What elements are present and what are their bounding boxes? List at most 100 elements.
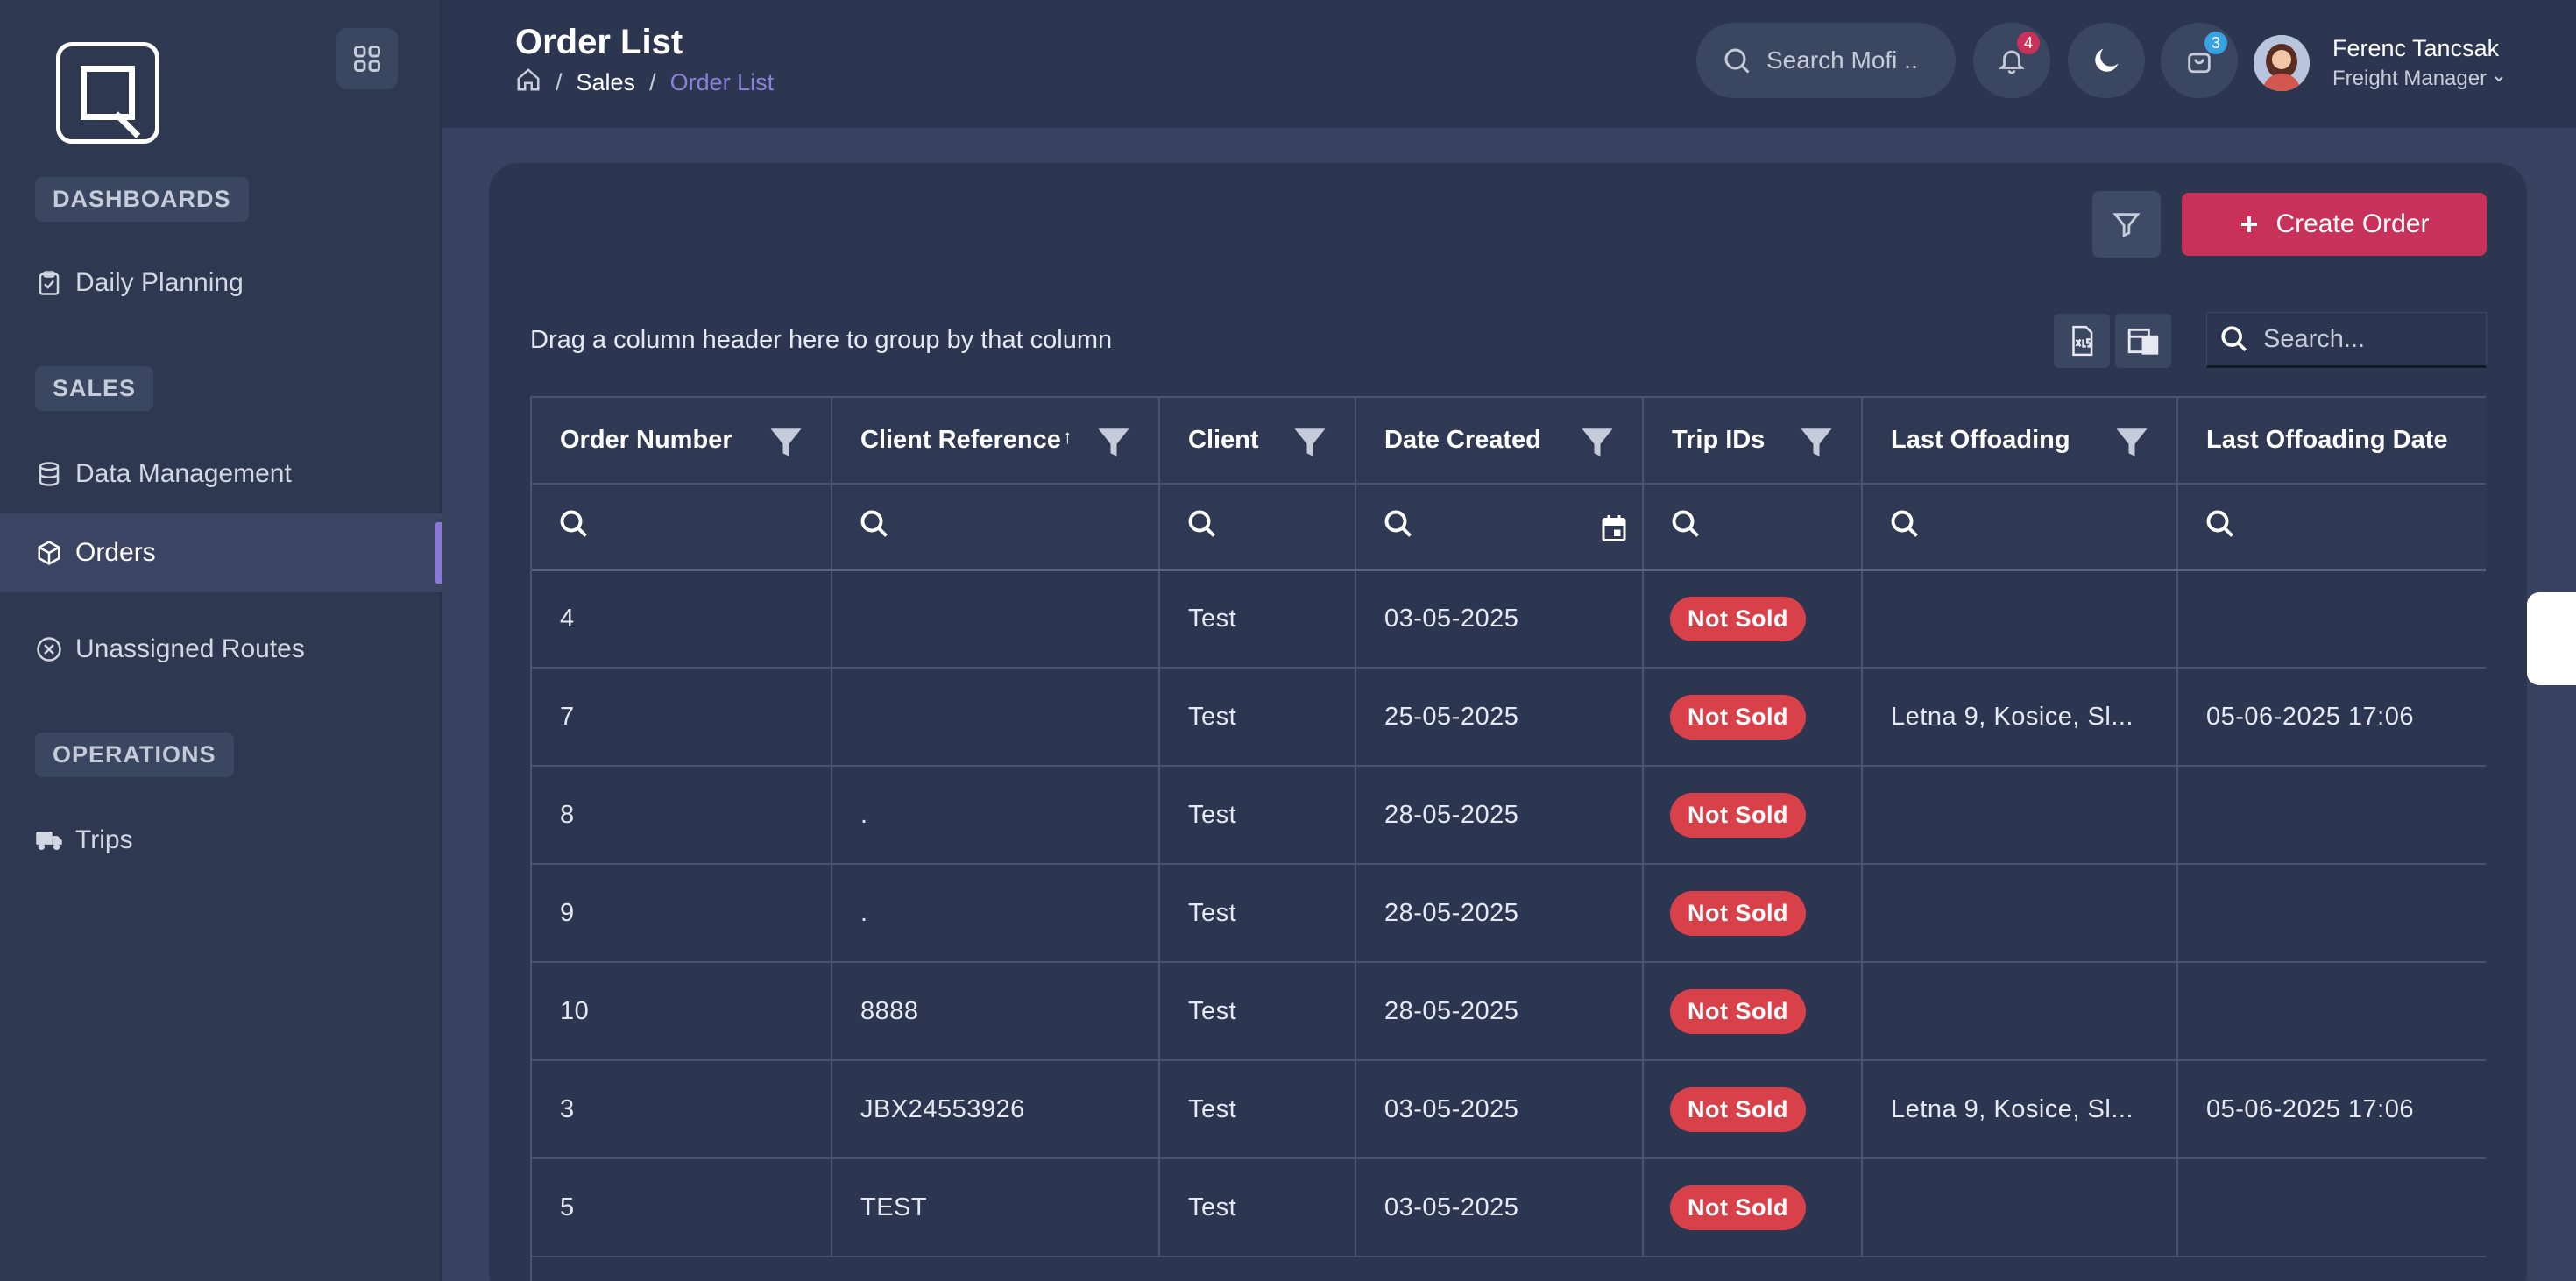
moon-icon [2095,48,2119,72]
section-sales: SALES [35,366,154,411]
filter-cell-last-offoading[interactable] [1862,484,2178,571]
export-xlsx-button[interactable] [2054,314,2110,368]
section-dashboards: DASHBOARDS [35,177,249,222]
client-link[interactable]: Test [1159,766,1356,865]
client-link[interactable]: Test [1159,962,1356,1061]
sidebar-item-data-management[interactable]: Data Management [0,435,442,513]
filter-cell-client[interactable] [1159,484,1356,571]
order-number-link[interactable]: 7 [532,668,832,767]
filter-button[interactable] [2092,191,2161,258]
column-chooser-button[interactable] [2115,314,2171,368]
last-offoading-cell [1862,962,2178,1061]
column-header-client-reference[interactable]: Client Reference↑ [832,398,1160,485]
avatar[interactable] [2254,35,2310,91]
user-role: Freight Manager [2332,67,2488,90]
table-row[interactable]: 10 8888 Test 28-05-2025 Not Sold [532,962,2486,1061]
create-order-button[interactable]: Create Order [2182,193,2487,256]
filter-cell-client-reference[interactable] [832,484,1160,571]
notifications-badge: 4 [2017,32,2040,54]
user-name[interactable]: Ferenc Tancsak [2332,35,2499,62]
breadcrumb: / Sales / Order List [515,67,774,99]
sidebar-item-label: Trips [75,825,133,854]
client-link[interactable]: Test [1159,570,1356,669]
grid-menu-button[interactable] [336,28,398,89]
global-search-input[interactable]: Search Mofi .. [1696,23,1956,98]
table-row[interactable]: 3 JBX24553926 Test 03-05-2025 Not Sold L… [532,1060,2486,1159]
sidebar: DASHBOARDS Daily Planning SALES Data Man… [0,0,442,1281]
trip-ids-cell: Not Sold [1643,570,1863,669]
status-badge: Not Sold [1670,596,1806,641]
column-header-last-offoading-date[interactable]: Last Offoading Date [2177,398,2486,485]
search-icon [560,510,587,538]
last-offoading-date-cell: 05-06-2025 17:06 [2177,668,2486,767]
last-offoading-date-cell [2177,962,2486,1061]
client-reference-cell [832,570,1160,669]
clipboard-check-icon [35,269,63,297]
client-link[interactable]: Test [1159,1158,1356,1257]
x-circle-icon [35,635,63,663]
last-offoading-cell [1862,864,2178,963]
order-number-link[interactable]: 9 [532,864,832,963]
sidebar-item-unassigned-routes[interactable]: Unassigned Routes [0,610,442,689]
table-row[interactable]: 8 . Test 28-05-2025 Not Sold [532,766,2486,865]
side-panel-handle[interactable] [2527,592,2576,685]
column-header-trip-ids[interactable]: Trip IDs [1643,398,1863,485]
funnel-icon[interactable] [1579,424,1616,461]
order-number-link[interactable]: 5 [532,1158,832,1257]
column-header-label: Last Offoading Date [2206,426,2448,454]
client-link[interactable]: Test [1159,668,1356,767]
sidebar-item-trips[interactable]: Trips [0,801,442,880]
filter-cell-date-created[interactable] [1355,484,1644,571]
date-created-cell: 28-05-2025 [1355,766,1644,865]
user-role-dropdown[interactable]: Freight Manager [2332,67,2506,91]
trip-ids-cell: Not Sold [1643,1060,1863,1159]
theme-toggle-button[interactable] [2068,23,2145,98]
column-header-date-created[interactable]: Date Created [1355,398,1644,485]
status-badge: Not Sold [1670,1086,1806,1132]
date-created-cell: 28-05-2025 [1355,962,1644,1061]
client-reference-cell: . [832,766,1160,865]
search-icon [1891,510,1918,538]
column-header-client[interactable]: Client [1159,398,1356,485]
table-row[interactable]: 9 . Test 28-05-2025 Not Sold [532,864,2486,963]
table-row[interactable]: 5 TEST Test 03-05-2025 Not Sold [532,1158,2486,1257]
funnel-icon[interactable] [2113,424,2150,461]
funnel-icon[interactable] [1095,424,1132,461]
status-badge: Not Sold [1670,890,1806,936]
grid-icon [354,46,380,72]
column-chooser-icon [2127,328,2159,355]
table-row[interactable]: 7 Test 25-05-2025 Not Sold Letna 9, Kosi… [532,668,2486,767]
home-icon[interactable] [515,67,541,99]
notifications-button[interactable]: 4 [1973,23,2050,98]
filter-cell-last-offoading-date[interactable] [2177,484,2486,571]
filter-cell-trip-ids[interactable] [1643,484,1863,571]
order-number-link[interactable]: 10 [532,962,832,1061]
sidebar-item-label: Orders [75,538,156,567]
column-header-order-number[interactable]: Order Number [532,398,832,485]
column-header-last-offoading[interactable]: Last Offoading [1862,398,2178,485]
filter-cell-order-number[interactable] [532,484,832,571]
order-number-link[interactable]: 4 [532,570,832,669]
client-link[interactable]: Test [1159,864,1356,963]
funnel-icon[interactable] [768,424,804,461]
status-badge: Not Sold [1670,1185,1806,1230]
column-header-label: Order Number [560,426,732,454]
sidebar-item-orders[interactable]: Orders [0,513,442,592]
breadcrumb-separator: / [556,69,563,96]
breadcrumb-sales[interactable]: Sales [577,69,636,96]
funnel-icon[interactable] [1292,424,1328,461]
group-panel-hint: Drag a column header here to group by th… [530,326,1113,354]
order-number-link[interactable]: 8 [532,766,832,865]
column-header-label: Date Created [1384,426,1541,454]
calendar-icon[interactable] [1598,513,1630,544]
last-offoading-cell: Letna 9, Kosice, Sl... [1862,668,2178,767]
order-number-link[interactable]: 3 [532,1060,832,1159]
sidebar-item-daily-planning[interactable]: Daily Planning [0,244,442,322]
app-logo[interactable] [56,42,159,144]
table-row[interactable]: 4 Test 03-05-2025 Not Sold [532,570,2486,669]
grid-search-input[interactable]: Search... [2206,312,2487,368]
client-link[interactable]: Test [1159,1060,1356,1159]
cart-button[interactable]: 3 [2161,23,2238,98]
date-created-cell: 03-05-2025 [1355,570,1644,669]
funnel-icon[interactable] [1798,424,1835,461]
